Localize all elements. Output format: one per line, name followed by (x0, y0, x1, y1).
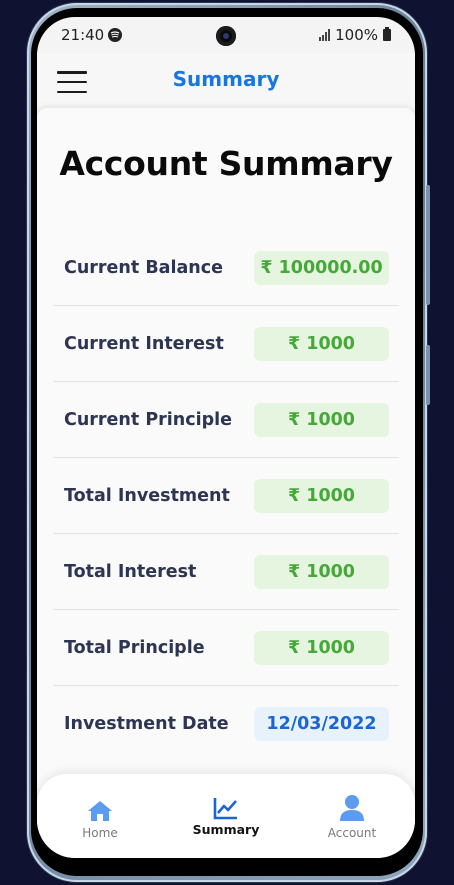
summary-row: Total Investment ₹ 1000 (53, 458, 399, 534)
summary-row: Current Interest ₹ 1000 (53, 306, 399, 382)
user-icon (339, 794, 365, 822)
summary-row: Total Interest ₹ 1000 (53, 534, 399, 610)
signal-icon (319, 29, 331, 41)
spotify-icon (108, 28, 123, 42)
amount-badge: ₹ 1000 (254, 402, 389, 437)
summary-row-label: Total Investment (64, 485, 230, 506)
investment-date-badge: 12/03/2022 (254, 706, 389, 741)
summary-row: Total Principle ₹ 1000 (53, 610, 399, 686)
summary-list: Current Balance ₹ 100000.00 Current Intere… (53, 230, 399, 761)
status-left: 21:40 (61, 26, 123, 44)
battery-icon (383, 27, 391, 41)
summary-row: Current Balance ₹ 100000.00 (53, 230, 399, 306)
summary-row-label: Total Principle (64, 637, 205, 658)
front-camera (216, 26, 236, 46)
volume-button (426, 185, 430, 305)
summary-row-label: Current Principle (64, 409, 233, 430)
summary-card: Account Summary Current Balance ₹ 100000.… (37, 108, 415, 788)
summary-row-label: Current Balance (64, 257, 224, 278)
amount-badge: ₹ 1000 (254, 554, 389, 589)
summary-row-label: Current Interest (64, 333, 224, 354)
home-icon (87, 794, 113, 822)
nav-label-summary: Summary (192, 822, 260, 837)
nav-item-home[interactable]: Home (37, 774, 163, 858)
battery-percent: 100% (335, 26, 378, 44)
summary-row-label: Total Interest (64, 561, 197, 582)
status-time: 21:40 (61, 26, 105, 44)
amount-badge: ₹ 1000 (254, 478, 389, 513)
summary-row: Current Principle ₹ 1000 (53, 382, 399, 458)
amount-badge: ₹ 100000.00 (254, 250, 389, 285)
chart-line-icon (213, 792, 239, 820)
screen: 21:40 100% Summary Account Summary Curre… (37, 17, 415, 858)
nav-item-summary[interactable]: Summary (163, 774, 289, 858)
app-header: Summary (37, 53, 415, 109)
status-right: 100% (319, 26, 391, 44)
bottom-nav: Home Summary Account (37, 774, 415, 858)
nav-label-account: Account (327, 826, 377, 840)
amount-badge: ₹ 1000 (254, 630, 389, 665)
amount-badge: ₹ 1000 (254, 326, 389, 361)
nav-item-account[interactable]: Account (289, 774, 415, 858)
power-button (426, 345, 430, 405)
summary-row-label: Investment Date (64, 713, 229, 734)
account-summary-heading: Account Summary (59, 144, 393, 183)
summary-row: Investment Date 12/03/2022 (53, 686, 399, 761)
page-title: Summary (172, 67, 280, 91)
nav-label-home: Home (82, 826, 118, 840)
